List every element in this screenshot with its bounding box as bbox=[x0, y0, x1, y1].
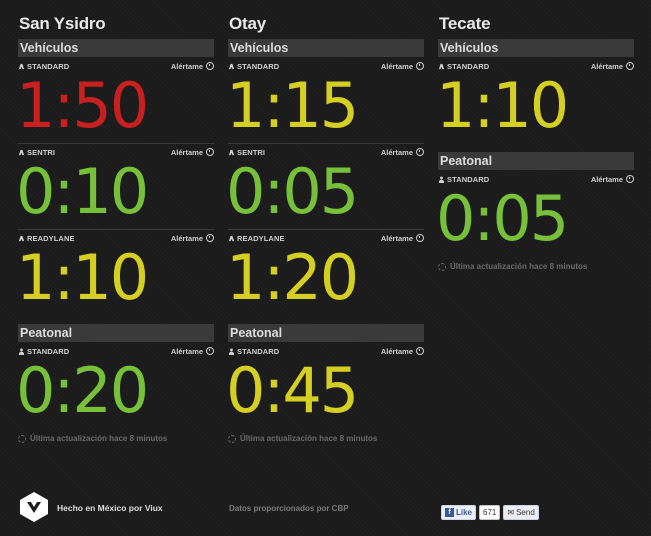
clock-icon bbox=[626, 62, 634, 70]
lane-standard: STANDARD Alértame 0:45 bbox=[226, 344, 424, 428]
lane-sentri: SENTRI Alértame 0:10 bbox=[16, 143, 214, 229]
section-header-pedestrian: Peatonal bbox=[18, 324, 214, 342]
clock-icon bbox=[416, 347, 424, 355]
alert-label: Alértame bbox=[590, 174, 623, 184]
section-header-vehicles: Vehículos bbox=[228, 39, 424, 57]
lane-standard: STANDARD Alértame 0:20 bbox=[16, 344, 214, 428]
section-header-pedestrian: Peatonal bbox=[438, 152, 634, 170]
crossing-title: Tecate bbox=[439, 14, 491, 33]
wait-time: 1:15 bbox=[226, 69, 359, 142]
crossing-title: Otay bbox=[229, 14, 266, 33]
lane-standard: STANDARD Alértame 0:05 bbox=[436, 172, 634, 256]
alert-label: Alértame bbox=[170, 233, 203, 243]
alert-button[interactable]: Alértame bbox=[381, 347, 424, 356]
wait-time: 1:20 bbox=[226, 241, 359, 314]
clock-icon bbox=[416, 234, 424, 242]
alert-button[interactable]: Alértame bbox=[381, 234, 424, 243]
viux-logo[interactable] bbox=[18, 491, 50, 523]
last-update-text: Última actualización hace 8 minutos bbox=[240, 434, 378, 443]
facebook-like-button[interactable]: f Like bbox=[441, 505, 477, 520]
alert-button[interactable]: Alértame bbox=[591, 62, 634, 71]
alert-button[interactable]: Alértame bbox=[171, 234, 214, 243]
crossing-column-otay: Otay Vehículos STANDARD Alértame 1:15 SEN… bbox=[226, 14, 424, 443]
alert-label: Alértame bbox=[380, 346, 413, 356]
alert-label: Alértame bbox=[170, 61, 203, 71]
lane-standard: STANDARD Alértame 1:10 bbox=[436, 59, 634, 143]
alert-button[interactable]: Alértame bbox=[381, 148, 424, 157]
facebook-send-button[interactable]: ✉ Send bbox=[503, 505, 539, 520]
alert-label: Alértame bbox=[380, 233, 413, 243]
clock-icon bbox=[416, 62, 424, 70]
data-source-text: Datos proporcionados por CBP bbox=[229, 504, 349, 513]
made-in-mexico-link[interactable]: Hecho en México por Viux bbox=[57, 503, 163, 513]
refresh-icon bbox=[438, 262, 446, 271]
clock-icon bbox=[626, 175, 634, 183]
clock-icon bbox=[206, 148, 214, 156]
alert-button[interactable]: Alértame bbox=[171, 148, 214, 157]
send-icon: ✉ bbox=[507, 508, 515, 517]
section-header-vehicles: Vehículos bbox=[18, 39, 214, 57]
clock-icon bbox=[206, 347, 214, 355]
facebook-send-label: Send bbox=[516, 508, 535, 517]
wait-time: 1:10 bbox=[16, 241, 149, 314]
crossing-column-san-ysidro: San Ysidro Vehículos STANDARD Alértame 1:… bbox=[16, 14, 214, 443]
lane-readylane: READYLANE Alértame 1:10 bbox=[16, 229, 214, 315]
wait-time: 0:20 bbox=[16, 354, 149, 427]
clock-icon bbox=[206, 234, 214, 242]
lane-standard: STANDARD Alértame 1:50 bbox=[16, 59, 214, 143]
section-header-pedestrian: Peatonal bbox=[228, 324, 424, 342]
crossing-title: San Ysidro bbox=[19, 14, 106, 33]
last-update: Última actualización hace 8 minutos bbox=[18, 434, 214, 443]
lane-standard: STANDARD Alértame 1:15 bbox=[226, 59, 424, 143]
facebook-icon: f bbox=[445, 508, 454, 517]
lane-readylane: READYLANE Alértame 1:20 bbox=[226, 229, 424, 315]
alert-button[interactable]: Alértame bbox=[381, 62, 424, 71]
lane-sentri: SENTRI Alértame 0:05 bbox=[226, 143, 424, 229]
alert-button[interactable]: Alértame bbox=[591, 175, 634, 184]
wait-time: 0:10 bbox=[16, 155, 149, 228]
wait-time: 1:50 bbox=[16, 69, 149, 142]
wait-time: 0:45 bbox=[226, 354, 359, 427]
wait-time: 1:10 bbox=[436, 69, 569, 142]
alert-button[interactable]: Alértame bbox=[171, 347, 214, 356]
alert-label: Alértame bbox=[170, 346, 203, 356]
refresh-icon bbox=[18, 434, 26, 443]
last-update: Última actualización hace 8 minutos bbox=[438, 262, 634, 271]
facebook-like-label: Like bbox=[456, 508, 473, 517]
clock-icon bbox=[416, 148, 424, 156]
last-update-text: Última actualización hace 8 minutos bbox=[30, 434, 168, 443]
last-update: Última actualización hace 8 minutos bbox=[228, 434, 424, 443]
crossing-column-tecate: Tecate Vehículos STANDARD Alértame 1:10 P… bbox=[436, 14, 634, 271]
alert-label: Alértame bbox=[380, 61, 413, 71]
alert-label: Alértame bbox=[590, 61, 623, 71]
section-header-vehicles: Vehículos bbox=[438, 39, 634, 57]
wait-time: 0:05 bbox=[436, 182, 569, 255]
clock-icon bbox=[206, 62, 214, 70]
wait-time: 0:05 bbox=[226, 155, 359, 228]
facebook-widget: f Like 671 ✉ Send bbox=[441, 505, 539, 520]
alert-label: Alértame bbox=[380, 147, 413, 157]
last-update-text: Última actualización hace 8 minutos bbox=[450, 262, 588, 271]
facebook-like-count: 671 bbox=[479, 505, 501, 520]
alert-button[interactable]: Alértame bbox=[171, 62, 214, 71]
refresh-icon bbox=[228, 434, 236, 443]
alert-label: Alértame bbox=[170, 147, 203, 157]
